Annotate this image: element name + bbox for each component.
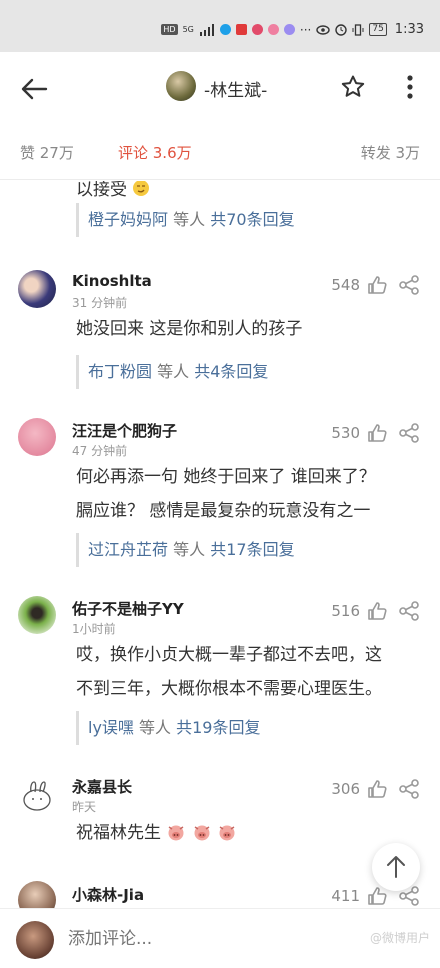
- reply-preview[interactable]: 布丁粉圆 等人 共4条回复: [76, 355, 426, 389]
- reply-preview[interactable]: 橙子妈妈阿 等人 共70条回复: [76, 203, 426, 237]
- tab-likes[interactable]: 赞 27万: [20, 142, 74, 163]
- like-count: 530: [331, 424, 360, 442]
- share-icon[interactable]: [398, 274, 420, 296]
- share-icon[interactable]: [398, 422, 420, 444]
- reply-user-link[interactable]: 布丁粉圆: [88, 362, 152, 381]
- reply-count-link[interactable]: 共4条回复: [194, 362, 268, 381]
- arrow-left-icon[interactable]: [18, 74, 50, 104]
- star-outline-icon[interactable]: [340, 74, 366, 100]
- comment-line: 不到三年，大概你根本不需要心理医生。: [76, 679, 382, 699]
- comment-time: 47 分钟前: [72, 444, 128, 458]
- vibrate-icon: [352, 23, 364, 36]
- app-notification-icon: [219, 24, 231, 35]
- ellipsis-icon: ···: [299, 22, 312, 37]
- list-item: 以接受 橙子妈妈阿 等人 共70条回复: [0, 181, 440, 245]
- app-notification-icon: [235, 24, 247, 35]
- comment-time: 昨天: [72, 800, 97, 814]
- user-name[interactable]: 汪汪是个肥狗子: [72, 420, 177, 441]
- like-count: 516: [331, 602, 360, 620]
- smirk-emoji-icon: [133, 181, 150, 196]
- comment-time: 31 分钟前: [72, 296, 128, 310]
- comment-text: 以接受: [76, 181, 127, 200]
- reply-count-link[interactable]: 共17条回复: [210, 540, 294, 559]
- scroll-top-button[interactable]: [372, 843, 420, 891]
- thumbs-up-icon[interactable]: [366, 422, 388, 444]
- like-count: 411: [331, 887, 360, 905]
- eye-icon: [316, 24, 331, 35]
- thumbs-up-icon[interactable]: [366, 274, 388, 296]
- app-notification-icon: [267, 24, 279, 35]
- comment-item: 佑子不是柚子YY 1小时前 516 哎，换作小贞大概一辈子都过不去吧，这 不到三…: [0, 592, 440, 752]
- reply-joiner: 等人: [157, 362, 190, 381]
- avatar[interactable]: [18, 418, 56, 456]
- user-name[interactable]: 永嘉县长: [72, 776, 132, 797]
- stats-tabs: 赞 27万 评论 3.6万 转发 3万: [0, 124, 440, 180]
- comment-line: 哎，换作小贞大概一辈子都过不去吧，这: [76, 645, 382, 665]
- comment-input[interactable]: [68, 925, 268, 953]
- comment-item: Kinoshlta 31 分钟前 548 她没回来 这是你和别人的孩子 布丁粉圆…: [0, 266, 440, 396]
- thumbs-up-icon[interactable]: [366, 778, 388, 800]
- avatar[interactable]: [18, 596, 56, 634]
- comment-line: 祝福林先生: [76, 823, 161, 843]
- reply-joiner: 等人: [173, 210, 206, 229]
- watermark: @微博用户: [369, 931, 430, 945]
- page-title: -林生斌-: [204, 81, 268, 101]
- comment-composer: @微博用户: [0, 908, 440, 968]
- network-type: HD: [161, 24, 178, 35]
- avatar[interactable]: [18, 881, 56, 908]
- reply-joiner: 等人: [173, 540, 206, 559]
- comment-line: 何必再添一句 她终于回来了 谁回来了？: [76, 467, 376, 487]
- reply-joiner: 等人: [139, 718, 172, 737]
- comment-item: 汪汪是个肥狗子 47 分钟前 530 何必再添一句 她终于回来了 谁回来了？ 膈…: [0, 414, 440, 574]
- signal-icon: [199, 23, 214, 36]
- reply-preview[interactable]: 过江舟芷荷 等人 共17条回复: [76, 533, 426, 567]
- avatar[interactable]: [166, 71, 196, 101]
- avatar[interactable]: [18, 270, 56, 308]
- signal-label: 5G: [182, 25, 194, 34]
- comment-time: 1小时前: [72, 622, 116, 636]
- avatar[interactable]: [18, 776, 56, 814]
- comment-line: 膈应谁？ 感情是最复杂的玩意没有之一: [76, 501, 371, 521]
- pig-face-emoji-icon: [168, 825, 184, 841]
- app-notification-icon: [251, 24, 263, 35]
- app-notification-icon: [283, 24, 295, 35]
- avatar: [16, 921, 54, 959]
- share-icon[interactable]: [398, 778, 420, 800]
- comment-text: 哎，换作小贞大概一辈子都过不去吧，这 不到三年，大概你根本不需要心理医生。: [76, 638, 426, 706]
- like-count: 306: [331, 780, 360, 798]
- comment-text: 她没回来 这是你和别人的孩子: [76, 319, 303, 339]
- arrow-up-icon: [387, 856, 405, 878]
- pig-face-emoji-icon: [219, 825, 235, 841]
- reply-count-link[interactable]: 共70条回复: [210, 210, 294, 229]
- alarm-icon: [335, 23, 348, 36]
- user-name[interactable]: Kinoshlta: [72, 272, 152, 290]
- more-vertical-icon[interactable]: [400, 72, 420, 102]
- battery-icon: 75: [369, 23, 387, 36]
- reply-count-link[interactable]: 共19条回复: [176, 718, 260, 737]
- reply-preview[interactable]: ly误嘿 等人 共19条回复: [76, 711, 426, 745]
- thumbs-up-icon[interactable]: [366, 600, 388, 622]
- reply-user-link[interactable]: ly误嘿: [88, 718, 134, 737]
- reply-user-link[interactable]: 过江舟芷荷: [88, 540, 168, 559]
- user-name[interactable]: 佑子不是柚子YY: [72, 598, 184, 619]
- comment-text: 何必再添一句 她终于回来了 谁回来了？ 膈应谁？ 感情是最复杂的玩意没有之一: [76, 460, 426, 528]
- pig-face-emoji-icon: [194, 825, 210, 841]
- clock: 1:33: [394, 22, 424, 37]
- tab-comments[interactable]: 评论 3.6万: [118, 142, 192, 163]
- status-bar: HD 5G ··· 75 1:33: [0, 0, 440, 52]
- share-icon[interactable]: [398, 600, 420, 622]
- user-name[interactable]: 小森林-Jia: [72, 884, 144, 905]
- reply-user-link[interactable]: 橙子妈妈阿: [88, 210, 168, 229]
- tab-reposts[interactable]: 转发 3万: [361, 142, 420, 163]
- comment-list: 以接受 橙子妈妈阿 等人 共70条回复 Kinoshlta 31 分钟前 548…: [0, 181, 440, 908]
- top-app-bar: -林生斌-: [0, 52, 440, 124]
- like-count: 548: [331, 276, 360, 294]
